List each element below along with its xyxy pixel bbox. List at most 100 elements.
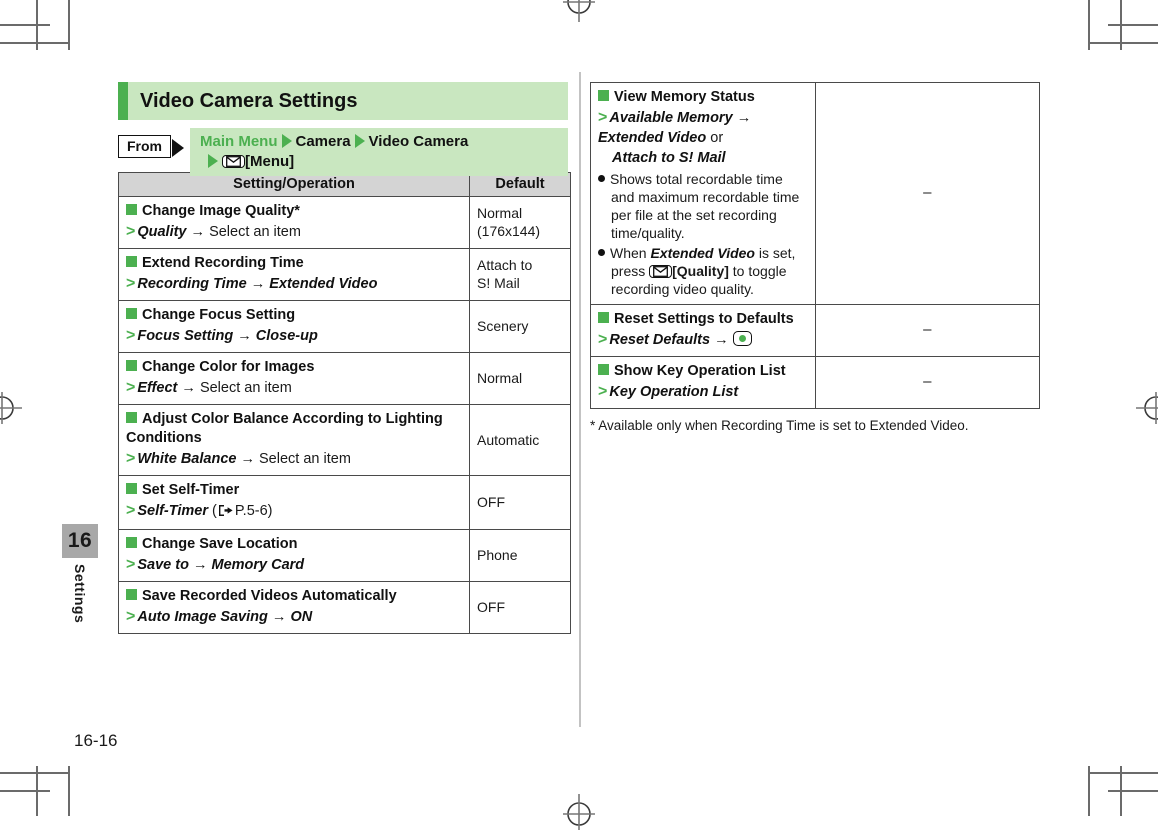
green-square-icon <box>126 412 137 423</box>
note-item: Shows total recordable time and maximum … <box>598 170 808 242</box>
title-accent-bar <box>118 82 128 120</box>
operation-title: Change Image Quality* <box>126 202 462 221</box>
registration-mark-bottom <box>563 794 595 830</box>
green-square-icon <box>126 537 137 548</box>
green-square-icon <box>126 360 137 371</box>
crop-mark-top-right-h <box>1108 24 1158 26</box>
left-column: Video Camera Settings From Main Menu Came… <box>118 82 571 634</box>
operation-path: > White Balance → Select an item <box>126 450 351 467</box>
operation-cell: Extend Recording Time > Recording Time → … <box>118 248 470 301</box>
default-value: Normal (176x144) <box>477 205 541 239</box>
chapter-side-tab: 16 Settings <box>62 524 98 628</box>
column-header-default: Default <box>469 172 571 197</box>
operation-cell: Show Key Operation List > Key Operation L… <box>590 356 816 409</box>
green-square-icon <box>126 589 137 600</box>
default-cell: OFF <box>469 581 571 634</box>
path-marker-icon: > <box>598 383 608 400</box>
note-text-pre: When <box>610 245 651 261</box>
operation-title-text: View Memory Status <box>614 89 755 105</box>
operation-title: Save Recorded Videos Automatically <box>126 587 462 606</box>
operation-title: Extend Recording Time <box>126 254 462 273</box>
operation-path: > Auto Image Saving → ON <box>126 608 313 625</box>
default-value: – <box>923 373 932 390</box>
operation-title-text: Change Image Quality* <box>142 203 300 219</box>
path-marker-icon: > <box>126 275 136 292</box>
table-row: Adjust Color Balance According to Lighti… <box>118 404 571 476</box>
default-value: Automatic <box>477 431 540 448</box>
default-cell: – <box>814 356 1040 409</box>
crop-mark-top-left-h2 <box>0 42 70 44</box>
table-header-row: Setting/Operation Default <box>118 172 571 197</box>
path-marker-icon: > <box>126 327 136 344</box>
crop-mark-top-left-h <box>0 24 50 26</box>
crop-mark-bottom-right-h <box>1108 790 1158 792</box>
default-cell: Attach to S! Mail <box>469 248 571 301</box>
operation-cell: Change Save Location > Save to → Memory C… <box>118 529 470 582</box>
crop-mark-top-right-h2 <box>1088 42 1158 44</box>
default-cell: OFF <box>469 475 571 530</box>
green-square-icon <box>598 90 609 101</box>
operation-title: Adjust Color Balance According to Lighti… <box>126 410 462 448</box>
path-marker-icon: > <box>598 109 608 126</box>
operation-title: Change Save Location <box>126 535 462 554</box>
operation-title: Change Focus Setting <box>126 306 462 325</box>
table-row: Change Save Location > Save to → Memory C… <box>118 529 571 582</box>
default-value: OFF <box>477 599 505 615</box>
operation-cell: Adjust Color Balance According to Lighti… <box>118 404 470 476</box>
default-cell: Automatic <box>469 404 571 476</box>
operation-title-text: Change Save Location <box>142 536 298 552</box>
table-row: View Memory Status > Available Memory → E… <box>590 82 1040 305</box>
section-title-bar: Video Camera Settings <box>118 82 568 120</box>
operation-path: > Self-Timer (P.5-6) <box>126 501 462 523</box>
from-arrow-icon <box>172 139 184 157</box>
default-value: Attach to S! Mail <box>477 257 533 291</box>
operation-title-text: Change Color for Images <box>142 359 315 375</box>
green-square-icon <box>126 256 137 267</box>
note-key-label: [Quality] <box>672 263 729 279</box>
note-text: Shows total recordable time and maximum … <box>610 171 800 241</box>
path-marker-icon: > <box>126 502 136 519</box>
table-row: Set Self-Timer > Self-Timer (P.5-6) OFF <box>118 475 571 530</box>
path-marker-icon: > <box>598 331 608 348</box>
navigation-path-row: From Main Menu Camera Video Camera [Menu] <box>118 128 568 176</box>
operation-title-text: Extend Recording Time <box>142 255 304 271</box>
chevron-right-icon <box>208 154 218 168</box>
path-marker-icon: > <box>126 556 136 573</box>
default-value: – <box>923 321 932 338</box>
green-square-icon <box>598 312 609 323</box>
default-cell: Scenery <box>469 300 571 353</box>
table-row: Change Image Quality* > Quality → Select … <box>118 196 571 249</box>
from-label: From <box>118 135 171 158</box>
operation-cell: Reset Settings to Defaults > Reset Defaul… <box>590 304 816 357</box>
operation-cell: View Memory Status > Available Memory → E… <box>590 82 816 305</box>
column-header-operation: Setting/Operation <box>118 172 470 197</box>
table-row: Reset Settings to Defaults > Reset Defaul… <box>590 304 1040 357</box>
table-row: Change Focus Setting > Focus Setting → Cl… <box>118 300 571 353</box>
bullet-icon <box>598 249 605 256</box>
settings-table: Setting/Operation Default Change Image Q… <box>118 172 571 634</box>
operation-path: > Save to → Memory Card <box>126 556 305 573</box>
column-divider <box>579 72 581 727</box>
table-row: Show Key Operation List > Key Operation L… <box>590 356 1040 409</box>
pointing-hand-icon <box>218 503 234 523</box>
path-marker-icon: > <box>126 450 136 467</box>
breadcrumb-level2: Camera <box>295 133 351 150</box>
operation-title: Reset Settings to Defaults <box>598 310 808 329</box>
default-cell: Phone <box>469 529 571 582</box>
page-number: 16-16 <box>74 731 118 750</box>
operation-path: > Available Memory → Extended Video or Att… <box>598 109 752 166</box>
operation-cell: Change Focus Setting > Focus Setting → Cl… <box>118 300 470 353</box>
path-marker-icon: > <box>126 608 136 625</box>
table-row: Save Recorded Videos Automatically > Auto… <box>118 581 571 634</box>
operation-path: > Quality → Select an item <box>126 223 301 240</box>
default-value: – <box>923 184 932 201</box>
registration-mark-top <box>563 0 595 22</box>
registration-mark-left <box>0 392 22 424</box>
table-row: Change Color for Images > Effect → Select… <box>118 352 571 405</box>
default-value: OFF <box>477 494 505 510</box>
path-marker-icon: > <box>126 223 136 240</box>
center-select-key-icon <box>732 331 752 346</box>
table-row: Extend Recording Time > Recording Time → … <box>118 248 571 301</box>
operation-title-text: Change Focus Setting <box>142 307 296 323</box>
chapter-label: Settings <box>72 564 88 624</box>
